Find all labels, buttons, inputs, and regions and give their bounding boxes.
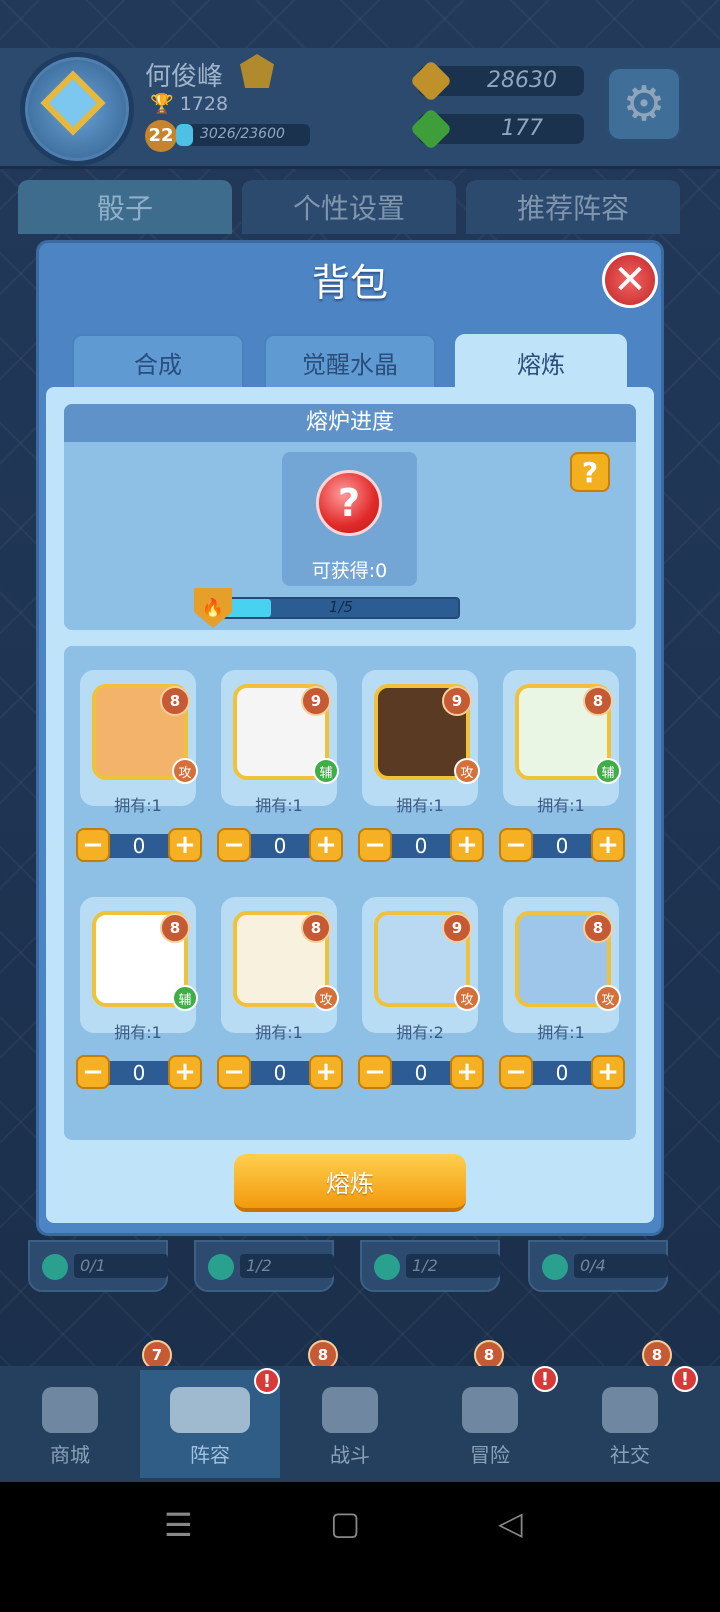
dice-type-badge: 攻 [172,758,198,784]
dice-level-badge: 9 [301,686,331,716]
owned-count: 拥有:1 [255,1023,303,1042]
owned-count: 拥有:1 [114,796,162,815]
dice-level-badge: 8 [583,686,613,716]
dice-level-badge: 8 [160,913,190,943]
trophy-icon: 🏆 [150,93,174,115]
plus-button[interactable]: + [450,828,484,862]
dice-level-badge: 9 [442,686,472,716]
tab-dice[interactable]: 骰子 [18,180,232,234]
tab-awaken-crystal[interactable]: 觉醒水晶 [264,334,436,390]
system-nav-bar [0,1482,720,1612]
quantity-stepper: − 0 + [76,828,202,862]
plus-button[interactable]: + [591,1055,625,1089]
furnace-progress-text: 1/5 [328,598,354,616]
notification-badge: ! [672,1366,698,1392]
shop-icon [42,1387,98,1433]
nav-label: 商城 [50,1443,90,1467]
quantity-stepper: − 0 + [217,828,343,862]
home-icon[interactable]: ▢ [330,1504,360,1542]
upgrade-arrow-icon [208,1254,234,1280]
plus-button[interactable]: + [450,1055,484,1089]
trophy-value: 1728 [179,93,229,115]
chat-icon [602,1387,658,1433]
bg-progress: 1/2 [406,1254,500,1278]
bg-progress: 0/4 [574,1254,668,1278]
smelt-button[interactable]: 熔炼 [234,1154,466,1212]
dice-icon [170,1387,250,1433]
dice-level-badge: 8 [583,913,613,943]
tab-personalize[interactable]: 个性设置 [242,180,456,234]
close-icon[interactable]: ✕ [602,252,658,308]
owned-count: 拥有:1 [114,1023,162,1042]
plus-button[interactable]: + [309,828,343,862]
dice-type-badge: 攻 [454,985,480,1011]
notification-badge: ! [254,1368,280,1394]
bg-progress: 0/1 [74,1254,168,1278]
menu-icon[interactable]: ☰ [164,1506,193,1544]
dice-type-badge: 辅 [595,758,621,784]
nav-label: 社交 [610,1443,650,1467]
furnace-header: 熔炉进度 [64,404,636,442]
plus-button[interactable]: + [591,828,625,862]
quantity-stepper: − 0 + [217,1055,343,1089]
dice-type-badge: 攻 [313,985,339,1011]
tab-recommended[interactable]: 推荐阵容 [466,180,680,234]
dice-level-badge: 8 [160,686,190,716]
notification-badge: ! [532,1366,558,1392]
planet-icon [462,1387,518,1433]
plus-button[interactable]: + [168,828,202,862]
owned-count: 拥有:1 [396,796,444,815]
dice-type-badge: 辅 [313,758,339,784]
tab-smelt[interactable]: 熔炼 [455,334,627,390]
tab-synthesize[interactable]: 合成 [72,334,244,390]
quantity-stepper: − 0 + [358,828,484,862]
modal-title: 背包 [311,261,388,305]
dice-type-badge: 攻 [454,758,480,784]
xp-bar-fill [176,124,193,146]
back-icon[interactable]: ◁ [498,1504,523,1542]
quantity-stepper: − 0 + [76,1055,202,1089]
dice-level-badge: 9 [442,913,472,943]
upgrade-arrow-icon [542,1254,568,1280]
upgrade-arrow-icon [374,1254,400,1280]
upgrade-arrow-icon [42,1254,68,1280]
nav-label: 阵容 [190,1443,230,1467]
quantity-stepper: − 0 + [358,1055,484,1089]
quantity-stepper: − 0 + [499,1055,625,1089]
help-button[interactable]: ? [570,452,610,492]
nav-battle[interactable]: 战斗 [280,1370,420,1478]
owned-count: 拥有:1 [537,1023,585,1042]
owned-count: 拥有:2 [396,1023,444,1042]
trophy-count: 🏆 1728 [150,92,228,115]
swords-icon [322,1387,378,1433]
dice-type-badge: 攻 [595,985,621,1011]
nav-shop[interactable]: 商城 [0,1370,140,1478]
xp-text: 3026/23600 [200,126,285,142]
nav-label: 冒险 [470,1443,510,1467]
player-level-badge: 22 [145,120,177,152]
dice-type-badge: 辅 [172,985,198,1011]
player-name: 何俊峰 [145,62,224,92]
settings-gear-icon[interactable]: ⚙ [606,66,682,142]
quantity-stepper: − 0 + [499,828,625,862]
owned-count: 拥有:1 [255,796,303,815]
dice-level-badge: 8 [301,913,331,943]
gem-value: 177 [501,116,543,141]
bg-progress: 1/2 [240,1254,334,1278]
obtainable-text: 可获得:0 [311,560,388,582]
plus-button[interactable]: + [309,1055,343,1089]
coin-value: 28630 [487,68,557,93]
owned-count: 拥有:1 [537,796,585,815]
question-icon: ? [316,470,382,536]
nav-label: 战斗 [330,1443,370,1467]
plus-button[interactable]: + [168,1055,202,1089]
